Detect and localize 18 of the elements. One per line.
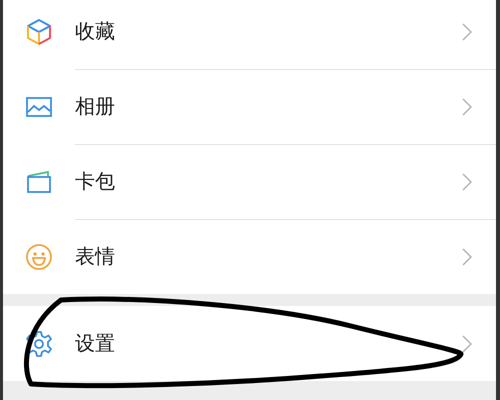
menu-item[interactable]: 表情 (3, 219, 496, 294)
cube-icon (25, 18, 53, 46)
settings-icon (25, 330, 53, 358)
chevron-icon (462, 334, 472, 352)
menu-item[interactable]: 卡包 (3, 144, 496, 219)
menu-label: 收藏 (75, 18, 116, 45)
menu-label: 表情 (75, 243, 116, 270)
chevron-icon (462, 22, 472, 40)
menu-label: 相册 (75, 93, 116, 120)
chevron-icon (462, 248, 472, 266)
menu-item[interactable]: 收藏 (3, 0, 496, 69)
chevron-icon (462, 172, 472, 190)
menu-item[interactable]: 设置 (3, 306, 496, 381)
menu-item[interactable]: 相册 (3, 69, 496, 144)
smiley-icon (25, 242, 53, 270)
menu-label: 卡包 (75, 168, 116, 195)
menu-label: 设置 (75, 330, 116, 357)
chevron-icon (462, 98, 472, 116)
